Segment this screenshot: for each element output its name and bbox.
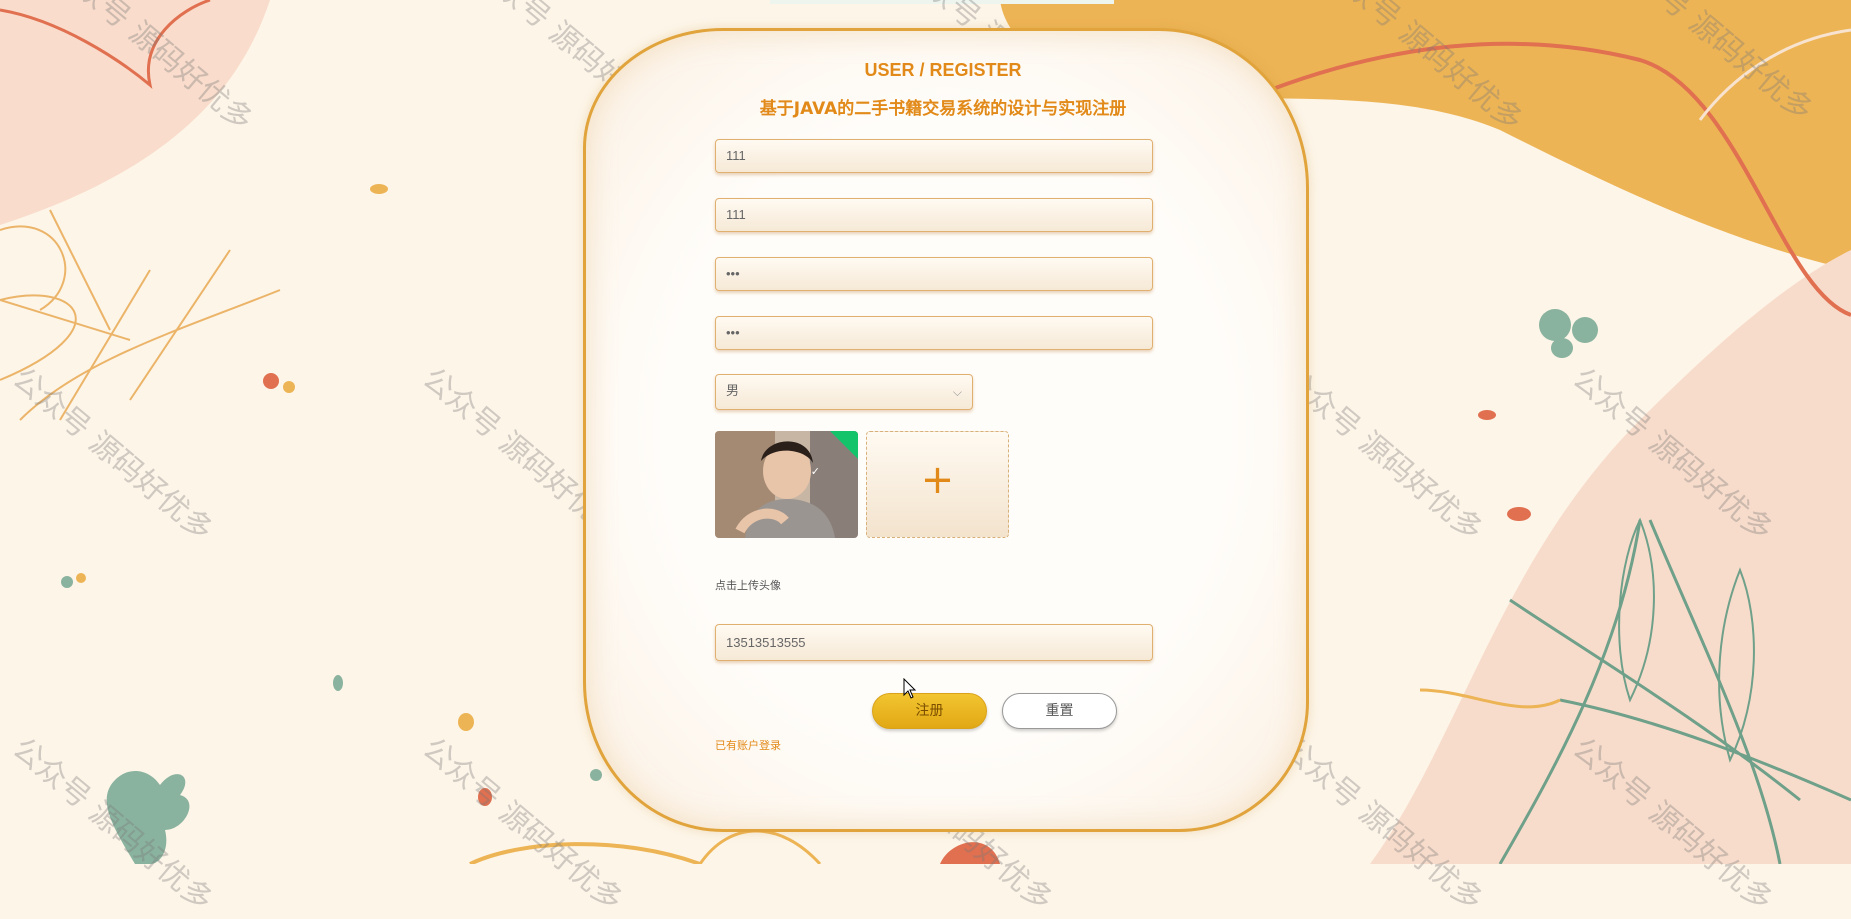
avatar-preview[interactable]: ✓ xyxy=(715,431,858,538)
page-title: USER / REGISTER xyxy=(864,60,1022,80)
password-field[interactable]: ••• xyxy=(715,257,1153,291)
mouse-cursor-icon xyxy=(903,678,917,699)
confirm-password-field[interactable]: ••• xyxy=(715,316,1153,350)
check-icon: ✓ xyxy=(810,465,820,478)
gender-select-value: 男 xyxy=(726,384,740,399)
name-field[interactable]: 111 xyxy=(715,198,1153,232)
plus-icon: + xyxy=(920,457,955,503)
avatar-image xyxy=(715,431,858,538)
page-subtitle: 基于JAVA的二手书籍交易系统的设计与实现注册 xyxy=(759,99,1127,119)
gender-select[interactable]: 男 ⌵ xyxy=(715,374,973,410)
account-field[interactable]: 111 xyxy=(715,139,1153,173)
login-link[interactable]: 已有账户登录 xyxy=(715,737,781,753)
upload-hint: 点击上传头像 xyxy=(715,579,781,592)
chevron-down-icon: ⌵ xyxy=(952,385,962,399)
reset-button[interactable]: 重置 xyxy=(1002,693,1117,729)
phone-field[interactable]: 13513513555 xyxy=(715,624,1153,661)
avatar-upload-button[interactable]: + xyxy=(866,431,1009,538)
register-button[interactable]: 注册 xyxy=(872,693,987,729)
top-banner-strip xyxy=(770,0,1114,4)
